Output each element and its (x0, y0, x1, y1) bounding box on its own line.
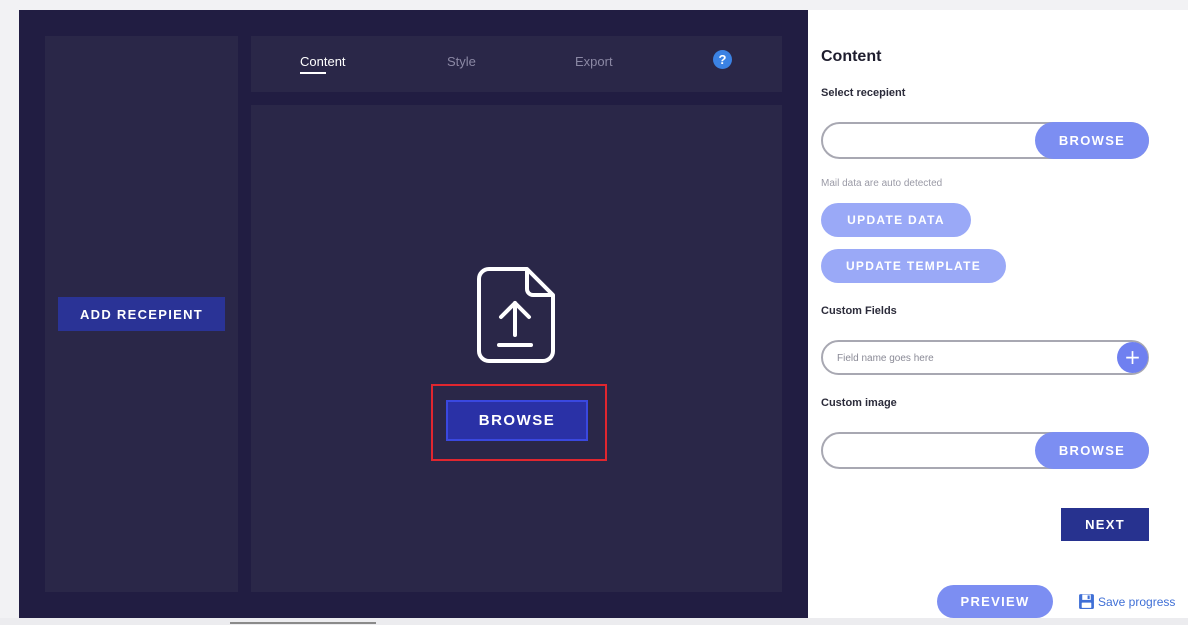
update-data-button[interactable]: UPDATE DATA (821, 203, 971, 237)
scrollbar-thumb[interactable] (230, 622, 376, 624)
preview-button[interactable]: PREVIEW (937, 585, 1053, 618)
panel-title: Content (821, 48, 882, 65)
custom-fields-label: Custom Fields (821, 305, 897, 317)
file-upload-icon (477, 267, 555, 363)
save-progress-label: Save progress (1098, 594, 1176, 609)
tab-style[interactable]: Style (447, 54, 476, 69)
floppy-disk-icon (1079, 594, 1094, 609)
add-recipient-button[interactable]: ADD RECEPIENT (58, 297, 225, 331)
next-button[interactable]: NEXT (1061, 508, 1149, 541)
app-window: ADD RECEPIENT Content Style Export ? BRO… (19, 10, 1188, 618)
update-template-button[interactable]: UPDATE TEMPLATE (821, 249, 1006, 283)
select-recipient-label: Select recepient (821, 87, 906, 99)
custom-image-label: Custom image (821, 397, 897, 409)
browse-file-button[interactable]: BROWSE (446, 400, 588, 441)
image-browse-button[interactable]: BROWSE (1035, 432, 1149, 469)
bottom-scrollbar (0, 618, 1188, 625)
auto-detect-hint: Mail data are auto detected (821, 178, 943, 189)
tab-export[interactable]: Export (575, 54, 613, 69)
tab-content[interactable]: Content (300, 54, 346, 74)
editor-area: ADD RECEPIENT Content Style Export ? BRO… (19, 10, 808, 618)
custom-field-wrapper: + (821, 340, 1149, 375)
custom-field-input[interactable] (837, 350, 1107, 366)
help-icon[interactable]: ? (713, 50, 732, 69)
upload-canvas: BROWSE (251, 105, 782, 592)
recipient-panel: ADD RECEPIENT (45, 36, 238, 592)
content-settings-panel: Content Select recepient BROWSE Mail dat… (808, 10, 1188, 618)
recipient-file-field[interactable]: BROWSE (821, 122, 1149, 159)
recipient-browse-button[interactable]: BROWSE (1035, 122, 1149, 159)
save-progress-link[interactable]: Save progress (1078, 593, 1175, 610)
add-field-button[interactable]: + (1117, 342, 1148, 373)
tab-bar: Content Style Export ? (251, 36, 782, 92)
custom-image-field[interactable]: BROWSE (821, 432, 1149, 469)
